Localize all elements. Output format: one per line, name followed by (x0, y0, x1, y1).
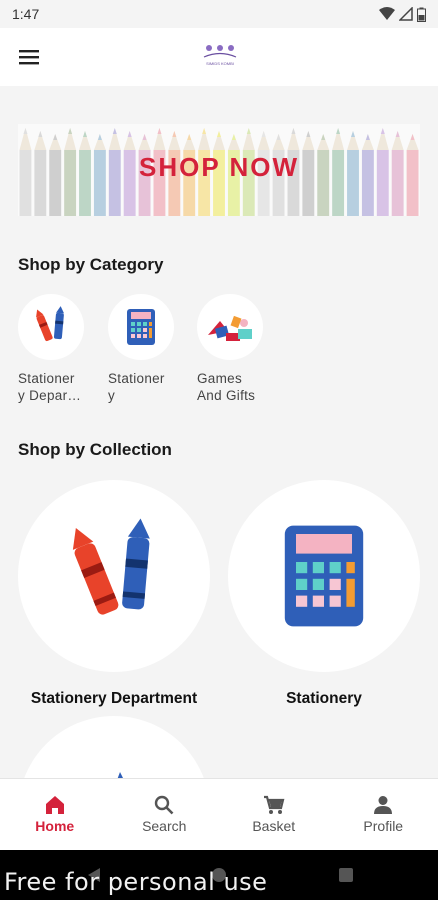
category-item-games-and-gifts[interactable]: Games And Gifts (197, 294, 267, 404)
watermark-text: Free for personal use (4, 868, 268, 896)
bottom-navigation: Home Search Basket Profile (0, 778, 438, 850)
logo-mark-icon (203, 45, 237, 58)
nav-home[interactable]: Home (0, 779, 110, 850)
basket-icon (263, 795, 285, 814)
status-time: 1:47 (12, 6, 40, 22)
category-image (197, 294, 263, 360)
shop-now-banner[interactable]: SHOP NOW (18, 124, 420, 216)
recents-icon[interactable] (338, 867, 354, 883)
collection-label: Stationery (286, 690, 362, 707)
calculator-icon (284, 525, 364, 627)
nav-profile[interactable]: Profile (329, 779, 438, 850)
nav-profile-label: Profile (363, 818, 404, 834)
crayons-icon (36, 306, 65, 342)
status-bar: 1:47 (0, 0, 438, 28)
category-item-stationery[interactable]: Stationer y (108, 294, 178, 404)
nav-basket-label: Basket (252, 818, 296, 834)
brand-logo[interactable]: SIMIDS KOMBI (194, 42, 246, 72)
main-content[interactable]: SHOP NOW Shop by Category Stationer y De… (0, 86, 438, 778)
category-label: Games And Gifts (197, 371, 256, 403)
nav-search-label: Search (142, 818, 187, 834)
collection-image (228, 480, 420, 672)
menu-button[interactable] (14, 42, 44, 72)
category-image (18, 294, 84, 360)
collection-image (18, 716, 210, 778)
status-icons (379, 7, 426, 22)
category-image (108, 294, 174, 360)
calculator-icon (127, 309, 155, 345)
crayons-icon (72, 518, 150, 615)
collection-item-games-and-gifts[interactable] (18, 716, 210, 778)
collection-image (18, 480, 210, 672)
collection-item-stationery[interactable]: Stationery (228, 480, 420, 708)
logo-text: SIMIDS KOMBI (206, 61, 234, 66)
nav-home-label: Home (35, 818, 75, 834)
category-label: Stationer y (108, 371, 165, 403)
profile-icon (374, 796, 393, 814)
wifi-icon (379, 7, 395, 20)
toys-icon (208, 315, 252, 341)
banner-text: SHOP NOW (139, 152, 299, 182)
nav-basket[interactable]: Basket (219, 779, 329, 850)
hamburger-icon (19, 50, 39, 65)
category-section-title: Shop by Category (18, 255, 164, 274)
home-icon (45, 796, 64, 814)
signal-icon (399, 7, 413, 21)
nav-search[interactable]: Search (110, 779, 220, 850)
app-bar: SIMIDS KOMBI (0, 28, 438, 86)
category-item-stationery-department[interactable]: Stationer y Depar… (18, 294, 88, 404)
collection-label: Stationery Department (30, 690, 198, 707)
collection-section-title: Shop by Collection (18, 440, 172, 459)
category-label: Stationer y Depar… (18, 371, 82, 403)
search-icon (155, 795, 174, 815)
collection-item-stationery-department[interactable]: Stationery Department (18, 480, 210, 708)
toys-icon (117, 772, 123, 778)
battery-icon (417, 7, 426, 22)
